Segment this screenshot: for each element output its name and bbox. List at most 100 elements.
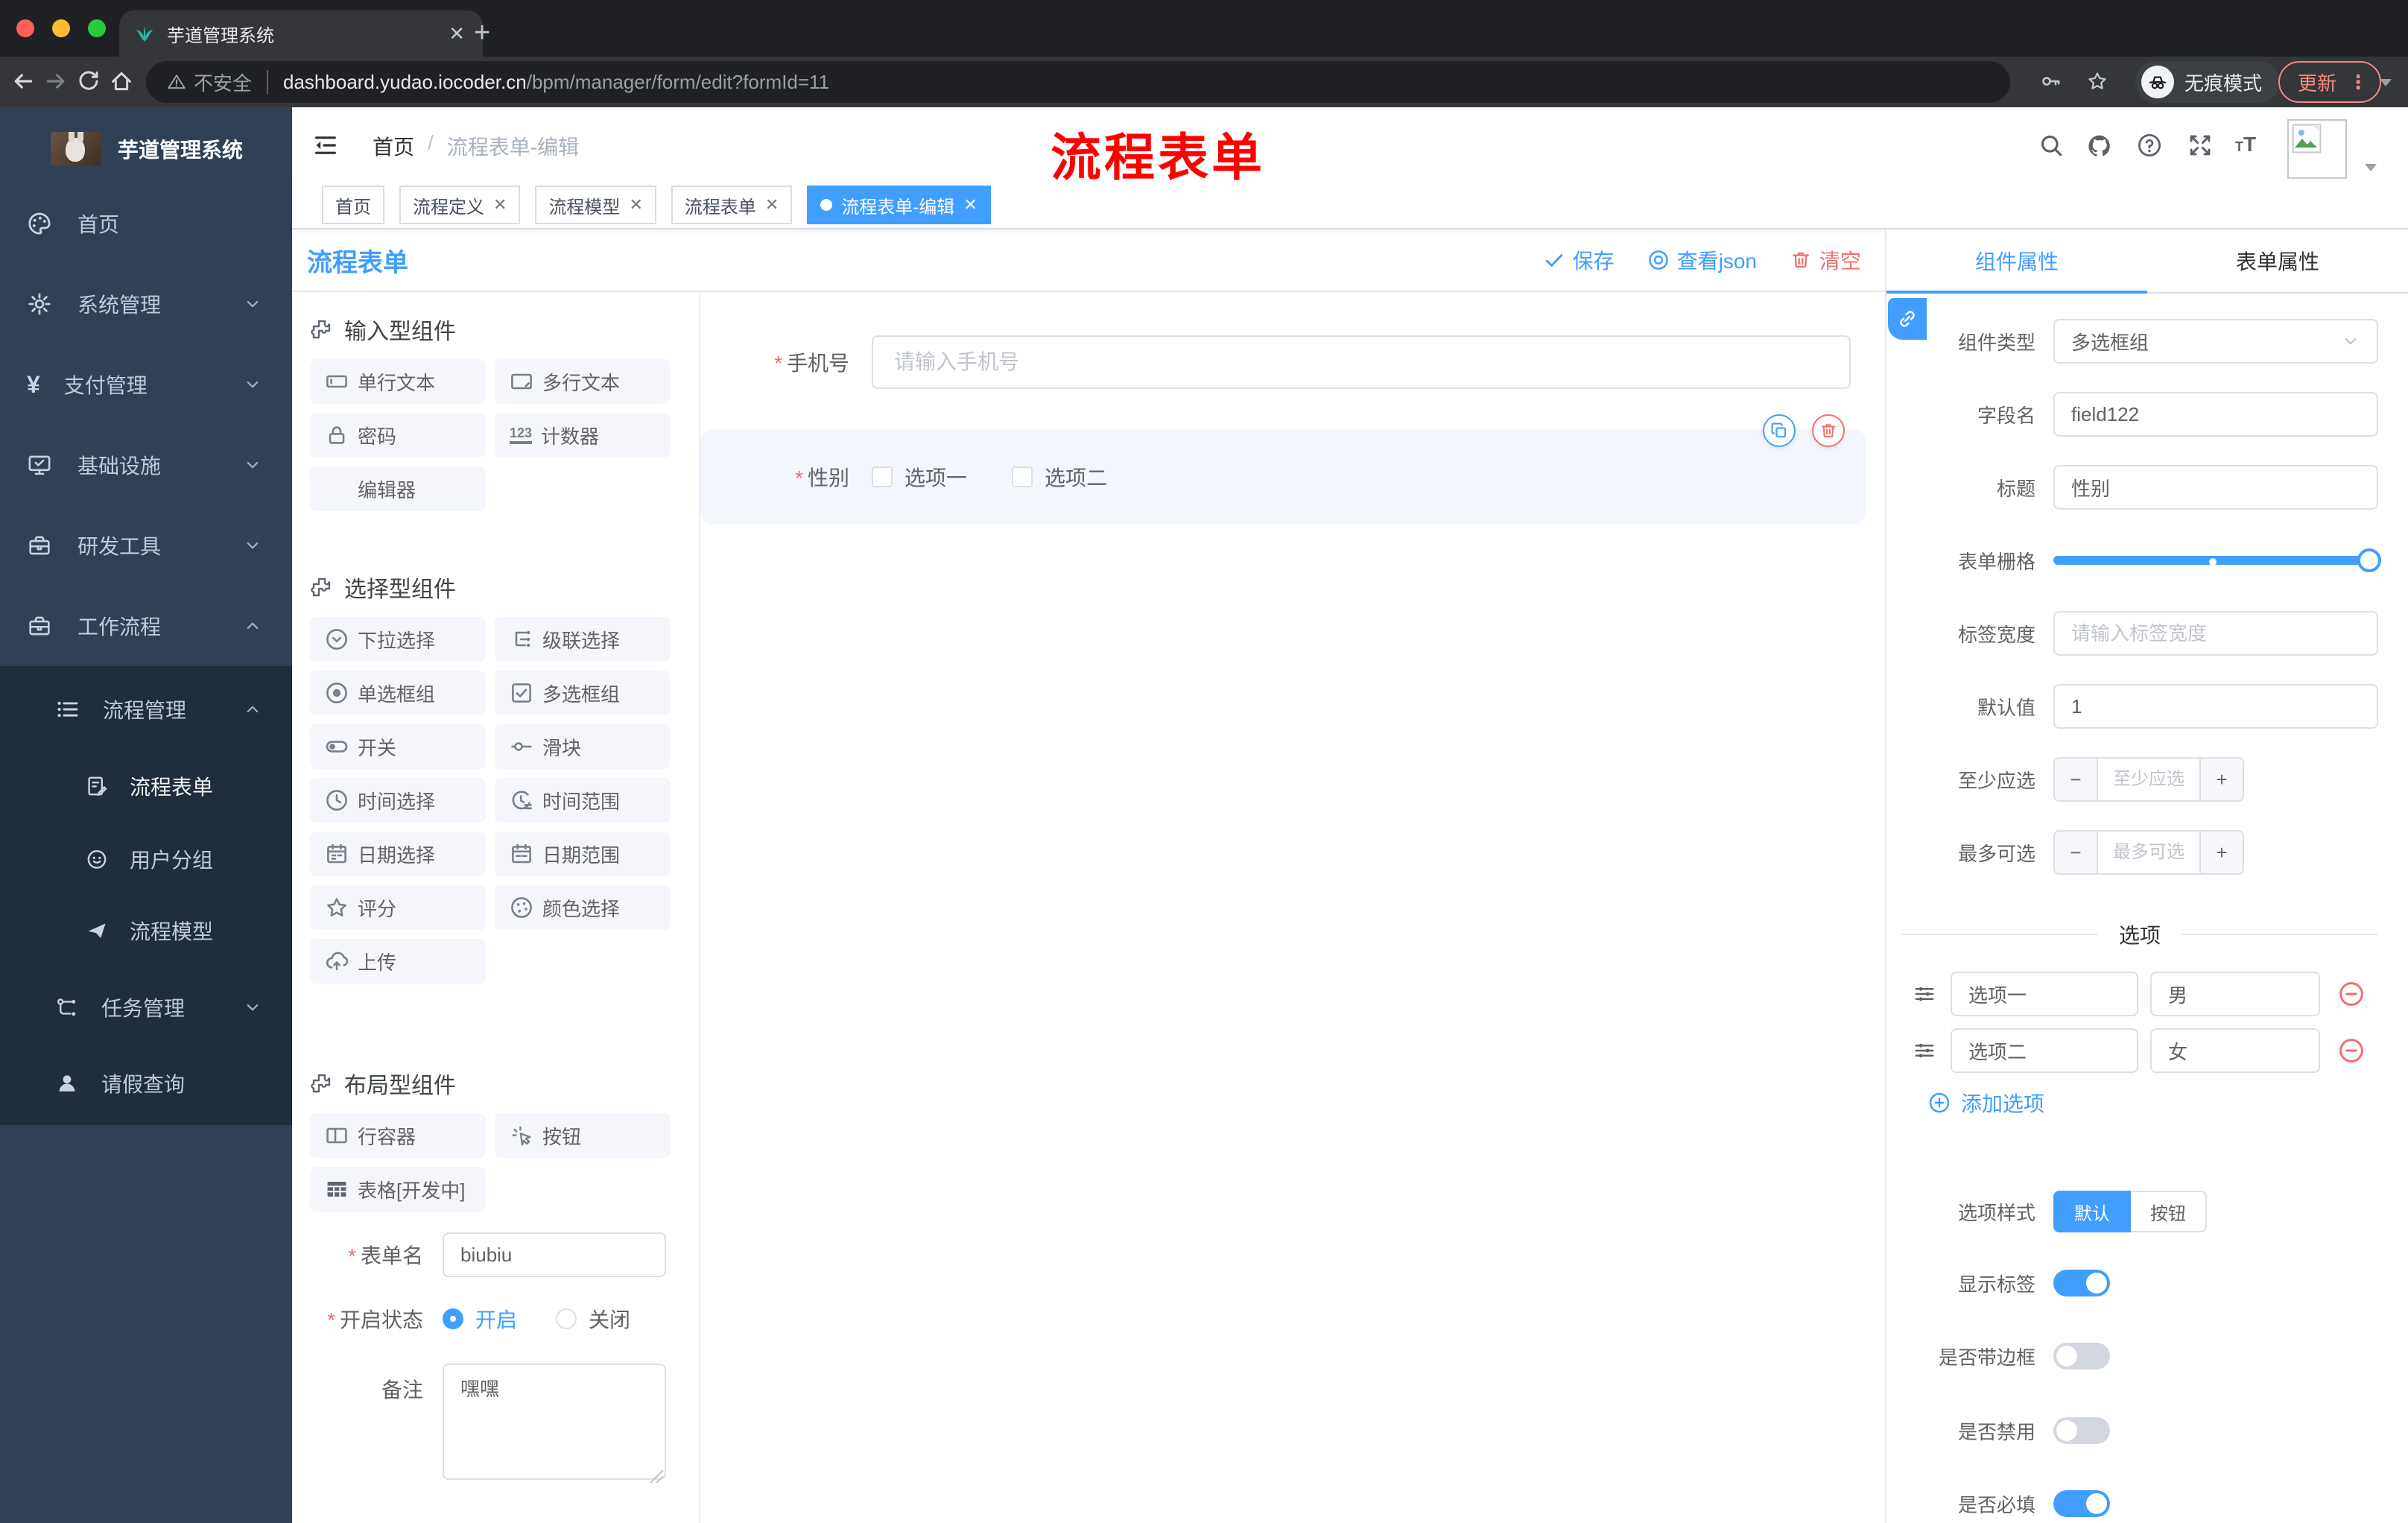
browser-menu-icon[interactable]: ⋮: [2348, 71, 2368, 94]
search-icon[interactable]: [2038, 133, 2064, 158]
fullscreen-icon[interactable]: [2187, 133, 2213, 158]
sidebar-item-system[interactable]: 系统管理: [0, 264, 292, 344]
status-radio-on[interactable]: 开启: [443, 1304, 517, 1334]
component-delete-button[interactable]: [1812, 414, 1845, 447]
show-label-switch[interactable]: [2053, 1270, 2110, 1296]
component-chip-multi-text[interactable]: 多行文本: [495, 359, 671, 404]
component-chip-date[interactable]: 日期选择: [310, 832, 486, 876]
window-minimize-button[interactable]: [52, 19, 70, 37]
component-chip-color[interactable]: 颜色选择: [495, 885, 671, 930]
browser-tab[interactable]: 芋道管理系统 ✕: [119, 10, 483, 57]
component-chip-radio-group[interactable]: 单选框组: [310, 671, 486, 715]
back-icon[interactable]: [10, 69, 36, 94]
bookmark-star-icon[interactable]: [2086, 70, 2108, 92]
avatar[interactable]: [2287, 119, 2347, 179]
tag-close-icon[interactable]: ✕: [629, 195, 642, 215]
disabled-switch[interactable]: [2053, 1417, 2110, 1444]
tag-close-icon[interactable]: ✕: [493, 195, 507, 215]
sidebar-item-task-mgmt[interactable]: 任务管理: [0, 967, 292, 1048]
component-chip-cascader[interactable]: 级联选择: [495, 617, 671, 662]
stepper-plus-button[interactable]: +: [2201, 832, 2243, 873]
new-tab-button[interactable]: +: [474, 13, 490, 52]
update-button[interactable]: 更新 ⋮: [2278, 61, 2382, 103]
component-chip-password[interactable]: 密码: [310, 413, 486, 457]
sidebar-item-user-group[interactable]: 用户分组: [0, 823, 292, 896]
sidebar-item-infra[interactable]: 基础设施: [0, 425, 292, 505]
sidebar-item-home[interactable]: 首页: [0, 183, 292, 264]
component-chip-single-text[interactable]: 单行文本: [310, 359, 486, 404]
tag-close-icon[interactable]: ✕: [765, 195, 779, 215]
component-chip-time[interactable]: 时间选择: [310, 778, 486, 823]
sidebar-item-workflow[interactable]: 工作流程: [0, 586, 292, 666]
form-canvas[interactable]: *手机号 *性别 选项一 选项二: [700, 292, 1885, 1523]
checkbox-icon[interactable]: [1012, 466, 1033, 487]
component-chip-upload[interactable]: 上传: [310, 939, 486, 984]
tag-process-form-edit[interactable]: 流程表单-编辑 ✕: [807, 186, 991, 224]
component-chip-rate[interactable]: 评分: [310, 885, 486, 930]
save-button[interactable]: 保存: [1543, 245, 1615, 275]
component-chip-slider[interactable]: 滑块: [495, 724, 671, 769]
sidebar-logo[interactable]: 芋道管理系统: [0, 116, 292, 182]
component-chip-editor[interactable]: 编辑器: [310, 466, 486, 511]
component-chip-checkbox-group[interactable]: 多选框组: [495, 671, 671, 715]
add-option-button[interactable]: 添加选项: [1928, 1088, 2044, 1118]
required-switch[interactable]: [2053, 1490, 2110, 1517]
tab-component-props[interactable]: 组件属性: [1886, 229, 2147, 292]
form-name-input[interactable]: [443, 1232, 666, 1277]
window-close-button[interactable]: [16, 19, 34, 37]
forward-icon[interactable]: [43, 69, 69, 94]
tab-form-props[interactable]: 表单属性: [2147, 229, 2408, 292]
window-zoom-button[interactable]: [88, 19, 106, 37]
breadcrumb-home[interactable]: 首页: [373, 131, 414, 161]
component-chip-select[interactable]: 下拉选择: [310, 617, 486, 662]
avatar-caret-icon[interactable]: [2365, 164, 2377, 171]
sidebar-item-process-form[interactable]: 流程表单: [0, 750, 292, 823]
option-2-value-input[interactable]: [2150, 1028, 2320, 1073]
status-radio-off[interactable]: 关闭: [556, 1304, 630, 1334]
component-chip-date-range[interactable]: 日期范围: [495, 832, 671, 876]
tag-process-form[interactable]: 流程表单 ✕: [671, 186, 793, 224]
component-chip-switch[interactable]: 开关: [310, 724, 486, 769]
title-input[interactable]: [2053, 465, 2378, 510]
min-stepper-input[interactable]: [2097, 759, 2201, 800]
drag-handle-icon[interactable]: [1913, 983, 1936, 1005]
component-chip-table[interactable]: 表格[开发中]: [310, 1167, 486, 1212]
tab-close-icon[interactable]: ✕: [446, 22, 468, 45]
slider-handle[interactable]: [2357, 548, 2381, 572]
label-width-input[interactable]: [2053, 611, 2378, 656]
github-icon[interactable]: [2086, 133, 2113, 159]
grid-slider[interactable]: [2053, 548, 2381, 572]
textarea-resize-grip[interactable]: [650, 1469, 663, 1483]
field-name-input[interactable]: [2053, 392, 2378, 437]
remove-option-icon[interactable]: [2338, 981, 2365, 1007]
canvas-field-gender-selected[interactable]: * 性别 选项一 选项二: [700, 429, 1866, 525]
option-1-value-input[interactable]: [2150, 972, 2320, 1016]
help-icon[interactable]: [2137, 133, 2162, 158]
sidebar-fold-icon[interactable]: [313, 133, 338, 158]
max-stepper-input[interactable]: [2097, 832, 2201, 873]
component-chip-row-container[interactable]: 行容器: [310, 1113, 486, 1158]
security-status[interactable]: 不安全: [167, 69, 252, 96]
phone-input[interactable]: [872, 335, 1851, 389]
form-remark-textarea[interactable]: 嘿嘿: [443, 1364, 666, 1480]
stepper-plus-button[interactable]: +: [2201, 759, 2243, 800]
component-type-select[interactable]: 多选框组: [2053, 319, 2378, 364]
tag-home[interactable]: 首页: [322, 186, 384, 224]
component-chip-time-range[interactable]: 时间范围: [495, 778, 671, 823]
toolbar-caret-icon[interactable]: [2380, 79, 2392, 86]
reload-icon[interactable]: [76, 69, 101, 94]
view-json-button[interactable]: 查看json: [1647, 245, 1757, 275]
tag-close-icon[interactable]: ✕: [963, 195, 977, 215]
remove-option-icon[interactable]: [2338, 1037, 2365, 1064]
tag-process-definition[interactable]: 流程定义 ✕: [399, 186, 521, 224]
default-value-input[interactable]: [2053, 684, 2378, 729]
component-chip-button[interactable]: 按钮: [495, 1113, 671, 1158]
gender-option-2[interactable]: 选项二: [1012, 462, 1107, 492]
option-2-label-input[interactable]: [1951, 1028, 2138, 1073]
sidebar-item-leave-query[interactable]: 请假查询: [0, 1043, 292, 1124]
sidebar-item-process-model[interactable]: 流程模型: [0, 894, 292, 967]
drag-handle-icon[interactable]: [1913, 1039, 1936, 1062]
sidebar-item-process-mgmt[interactable]: 流程管理: [0, 669, 292, 750]
address-bar[interactable]: 不安全 dashboard.yudao.iocoder.cn/bpm/manag…: [146, 61, 2010, 103]
style-default-button[interactable]: 默认: [2053, 1191, 2131, 1232]
